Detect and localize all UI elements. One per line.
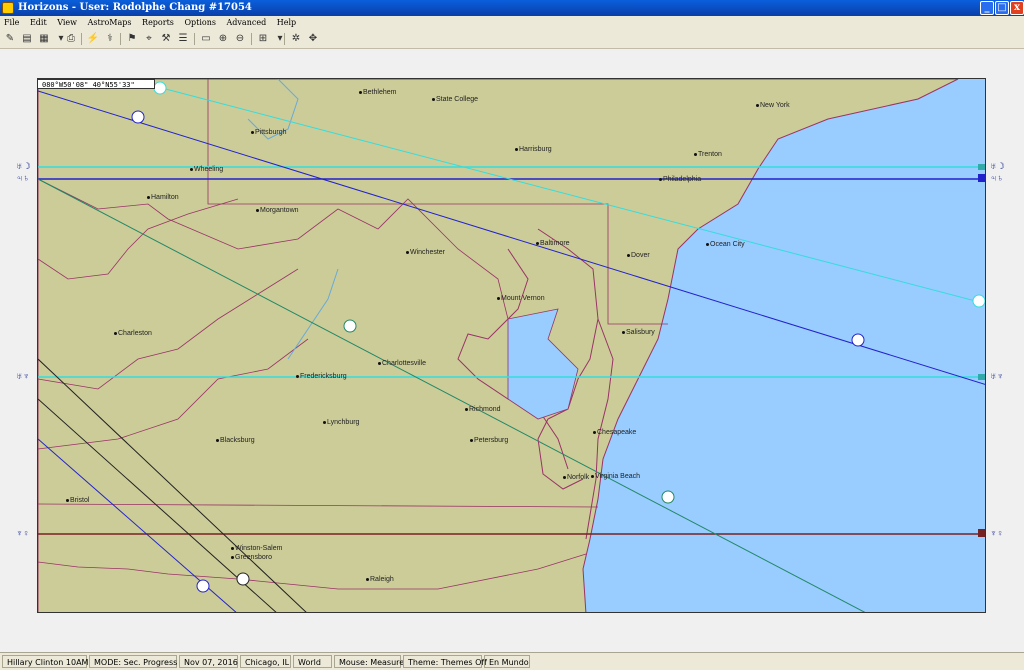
map-panel: Bethlehem State College New York Pittsbu… xyxy=(0,49,1024,652)
city-label: Charleston xyxy=(114,330,152,338)
zoom-out-icon[interactable]: ⊖ xyxy=(233,32,247,46)
city-label: Winston-Salem xyxy=(231,545,282,553)
city-label: Chesapeake xyxy=(593,429,636,437)
edit-chart-icon[interactable]: ▦ xyxy=(37,32,51,46)
city-label: Raleigh xyxy=(366,576,394,584)
line-label-left: ♅♆ xyxy=(16,371,30,381)
city-label: Trenton xyxy=(694,151,722,159)
city-label: Virginia Beach xyxy=(591,473,640,481)
minimize-button[interactable]: _ xyxy=(980,1,994,15)
line-label-left: ♅☽ xyxy=(16,161,31,171)
status-mode: MODE: Sec. Progress xyxy=(89,655,177,668)
line-label-right: ♅♆ xyxy=(990,371,1004,381)
city-label: Harrisburg xyxy=(515,146,552,154)
toolbar: ✎ ▤ ▦ ▾ ⎙ ⚡ ⚕ ⚑ ⌖ ⚒ ☰ ▭ ⊕ ⊖ ⊞ ▾ ✲ ✥ xyxy=(0,30,1024,49)
status-chart: Hillary Clinton 10AM xyxy=(2,655,88,668)
city-label: Baltimore xyxy=(536,240,570,248)
city-label: Hamilton xyxy=(147,194,179,202)
fit-map-icon[interactable]: ▭ xyxy=(199,32,213,46)
status-bar: Hillary Clinton 10AM MODE: Sec. Progress… xyxy=(0,652,1024,670)
city-label: Dover xyxy=(627,252,650,260)
line-label-left: ♃♄ xyxy=(16,173,30,183)
city-label: Blacksburg xyxy=(216,437,255,445)
line-label-left: ♆♀ xyxy=(16,528,30,538)
city-label: State College xyxy=(432,96,478,104)
city-label: Fredericksburg xyxy=(296,373,347,381)
city-label: Mount Vernon xyxy=(497,295,545,303)
locations-icon[interactable]: ⚑ xyxy=(125,32,139,46)
city-label: Petersburg xyxy=(470,437,508,445)
status-date: Nov 07, 2016 xyxy=(179,655,238,668)
status-theme: Theme: Themes Off xyxy=(403,655,487,668)
report-icon[interactable]: ☰ xyxy=(176,32,190,46)
menu-options[interactable]: Options xyxy=(180,18,220,27)
city-label: Winchester xyxy=(406,249,445,257)
city-label: Wheeling xyxy=(190,166,223,174)
city-label: Ocean City xyxy=(706,241,745,249)
menu-help[interactable]: Help xyxy=(273,18,300,27)
maximize-button[interactable]: □ xyxy=(995,1,1009,15)
app-icon xyxy=(2,2,14,14)
theme-icon[interactable]: ✥ xyxy=(306,32,320,46)
grid-icon[interactable]: ⊞ xyxy=(256,32,270,46)
line-label-right: ♃♄ xyxy=(990,173,1004,183)
city-label: Richmond xyxy=(465,406,501,414)
menu-view[interactable]: View xyxy=(53,18,81,27)
city-label: New York xyxy=(756,102,790,110)
menu-file[interactable]: File xyxy=(0,18,23,27)
relocate-icon[interactable]: ⌖ xyxy=(142,32,156,46)
menu-astromaps[interactable]: AstroMaps xyxy=(84,18,136,27)
city-label: Pittsburgh xyxy=(251,129,287,137)
status-map: World xyxy=(293,655,332,668)
zoom-in-icon[interactable]: ⊕ xyxy=(216,32,230,46)
line-label-right: ♅☽ xyxy=(990,161,1005,171)
print-icon[interactable]: ⎙ xyxy=(64,32,78,46)
city-label: Philadelphia xyxy=(659,176,701,184)
menu-edit[interactable]: Edit xyxy=(26,18,51,27)
status-mouse: Mouse: Measure xyxy=(334,655,404,668)
window-title: Horizons - User: Rodolphe Chang #17054 xyxy=(18,2,252,13)
city-label: Salisbury xyxy=(622,329,655,337)
city-label: Bristol xyxy=(66,497,89,505)
status-world: En Mundo xyxy=(484,655,530,668)
city-label: Lynchburg xyxy=(323,419,359,427)
pencil-icon[interactable]: ✎ xyxy=(3,32,17,46)
city-label: Morgantown xyxy=(256,207,299,215)
menu-bar: File Edit View AstroMaps Reports Options… xyxy=(0,16,1024,30)
line-label-right: ♆♀ xyxy=(990,528,1004,538)
map-svg xyxy=(38,79,985,612)
astro-map[interactable]: Bethlehem State College New York Pittsbu… xyxy=(37,78,986,613)
menu-advanced[interactable]: Advanced xyxy=(223,18,271,27)
status-location: Chicago, IL xyxy=(240,655,291,668)
parans-icon[interactable]: ⚕ xyxy=(103,32,117,46)
coordinate-readout: 080°W50'08" 40°N55'33" xyxy=(37,79,155,89)
city-label: Charlottesville xyxy=(378,360,426,368)
close-button[interactable]: x xyxy=(1010,1,1024,15)
menu-reports[interactable]: Reports xyxy=(138,18,178,27)
city-label: Greensboro xyxy=(231,554,272,562)
city-label: Bethlehem xyxy=(359,89,396,97)
settings-icon[interactable]: ✲ xyxy=(289,32,303,46)
city-label: Norfolk xyxy=(563,474,589,482)
title-bar: Horizons - User: Rodolphe Chang #17054 _… xyxy=(0,0,1024,16)
chart-icon[interactable]: ▤ xyxy=(20,32,34,46)
astro-lines-icon[interactable]: ⚡ xyxy=(86,32,100,46)
tools-icon[interactable]: ⚒ xyxy=(159,32,173,46)
